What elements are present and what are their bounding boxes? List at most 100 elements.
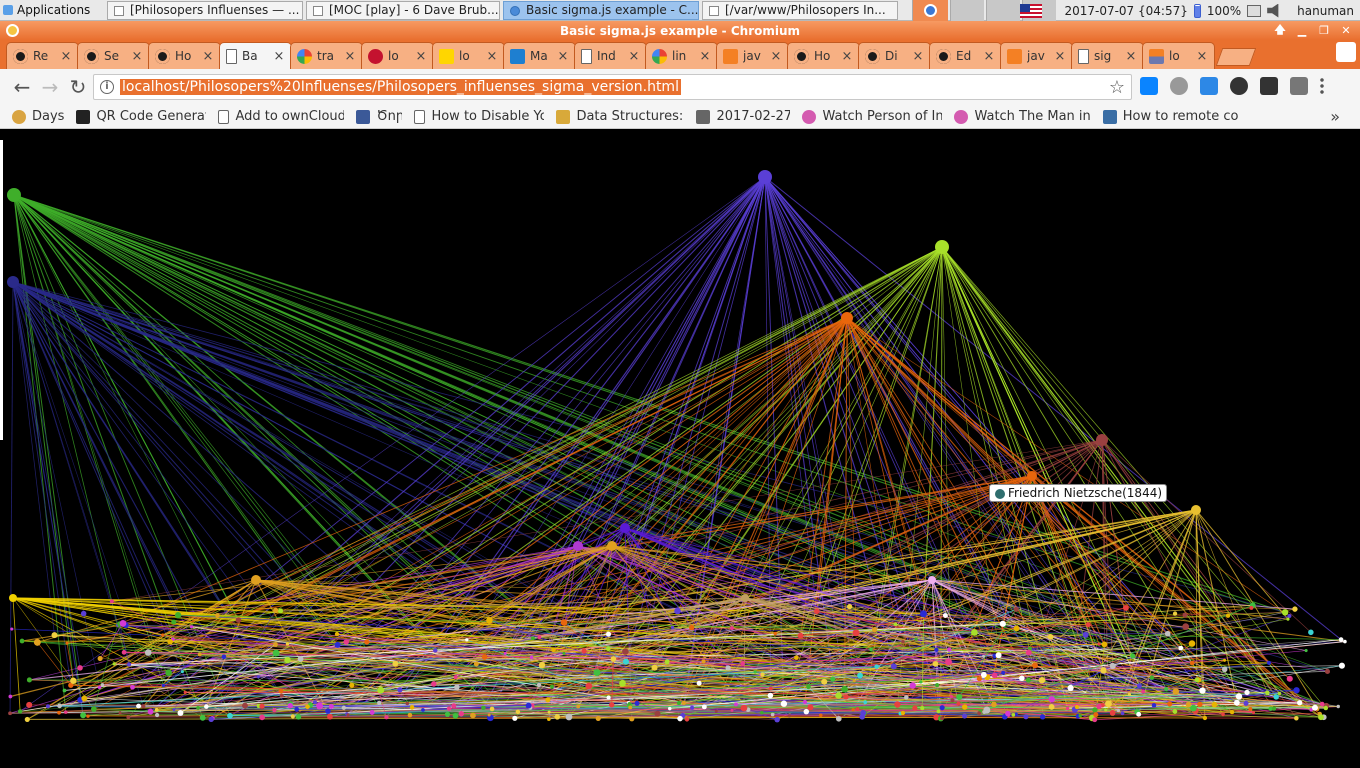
bookmark-item[interactable]: How to Disable Yo bbox=[414, 109, 544, 124]
graph-node[interactable] bbox=[830, 676, 836, 682]
graph-node[interactable] bbox=[619, 679, 626, 687]
graph-node[interactable] bbox=[863, 700, 868, 705]
graph-node[interactable] bbox=[242, 702, 248, 709]
graph-node[interactable] bbox=[446, 706, 452, 711]
applications-menu[interactable]: Applications bbox=[0, 0, 104, 21]
graph-node[interactable] bbox=[421, 708, 425, 712]
graph-node[interactable] bbox=[536, 682, 542, 688]
graph-node[interactable] bbox=[701, 704, 707, 710]
graph-node[interactable] bbox=[1105, 700, 1112, 708]
graph-node[interactable] bbox=[605, 631, 612, 637]
new-tab-button[interactable] bbox=[1215, 48, 1257, 66]
browser-tab[interactable]: Ind × bbox=[574, 42, 647, 69]
bookmark-item[interactable]: Ծոր bbox=[356, 109, 402, 124]
graph-node[interactable] bbox=[846, 603, 853, 610]
graph-node[interactable] bbox=[409, 705, 415, 710]
graph-node[interactable] bbox=[1011, 713, 1016, 717]
user-name[interactable]: hanuman bbox=[1297, 4, 1354, 18]
graph-node[interactable] bbox=[121, 650, 127, 655]
graph-node[interactable] bbox=[1233, 699, 1240, 706]
close-tab-icon[interactable]: × bbox=[344, 49, 356, 64]
graph-node[interactable] bbox=[894, 701, 901, 708]
graph-node[interactable] bbox=[1221, 712, 1225, 717]
graph-node[interactable] bbox=[1027, 471, 1037, 481]
graph-node[interactable] bbox=[136, 703, 142, 709]
graph-node[interactable] bbox=[1130, 653, 1136, 659]
graph-node[interactable] bbox=[1019, 675, 1025, 682]
graph-node[interactable] bbox=[325, 708, 331, 714]
graph-node[interactable] bbox=[1085, 622, 1091, 628]
close-tab-icon[interactable]: × bbox=[699, 49, 711, 64]
graph-node[interactable] bbox=[855, 707, 860, 711]
graph-node[interactable] bbox=[628, 705, 633, 710]
graph-node[interactable] bbox=[1287, 614, 1292, 619]
graph-node[interactable] bbox=[1097, 642, 1101, 646]
graph-node[interactable] bbox=[980, 671, 987, 678]
graph-node[interactable] bbox=[305, 704, 310, 710]
graph-node[interactable] bbox=[1048, 696, 1056, 703]
bookmark-item[interactable]: 2017-02-27 bbox=[696, 109, 790, 124]
close-tab-icon[interactable]: × bbox=[273, 49, 285, 64]
graph-node[interactable] bbox=[1109, 709, 1116, 716]
graph-node[interactable] bbox=[677, 715, 683, 722]
graph-node[interactable] bbox=[545, 697, 551, 703]
window-titlebar[interactable]: Basic sigma.js example - Chromium 🡅 ▁ ❐ … bbox=[0, 21, 1360, 40]
bookmark-item[interactable]: Data Structures: C bbox=[556, 109, 684, 124]
graph-node[interactable] bbox=[940, 716, 945, 721]
graph-node[interactable] bbox=[869, 647, 873, 652]
graph-node[interactable] bbox=[814, 608, 820, 615]
graph-node[interactable] bbox=[7, 276, 19, 288]
graph-node[interactable] bbox=[180, 670, 184, 674]
graph-node[interactable] bbox=[1047, 634, 1054, 640]
graph-node[interactable] bbox=[920, 706, 925, 711]
graph-node[interactable] bbox=[935, 682, 940, 688]
graph-node[interactable] bbox=[1265, 690, 1270, 695]
graph-node[interactable] bbox=[729, 626, 734, 631]
graph-node[interactable] bbox=[1023, 714, 1029, 720]
graph-node[interactable] bbox=[802, 699, 808, 705]
graph-node[interactable] bbox=[273, 642, 278, 647]
graph-node[interactable] bbox=[515, 709, 521, 715]
graph-node[interactable] bbox=[1197, 701, 1203, 708]
graph-node[interactable] bbox=[914, 637, 918, 641]
close-tab-icon[interactable]: × bbox=[486, 49, 498, 64]
graph-node[interactable] bbox=[1271, 706, 1277, 711]
graph-node[interactable] bbox=[8, 694, 13, 699]
graph-node[interactable] bbox=[620, 523, 630, 533]
browser-tab[interactable]: Re × bbox=[6, 42, 79, 69]
graph-node[interactable] bbox=[730, 708, 734, 712]
graph-node[interactable] bbox=[328, 703, 334, 709]
graph-node[interactable] bbox=[1167, 701, 1173, 707]
graph-node[interactable] bbox=[537, 635, 542, 640]
graph-node[interactable] bbox=[1182, 612, 1188, 618]
more-bookmarks-icon[interactable]: » bbox=[1330, 107, 1340, 126]
graph-node[interactable] bbox=[821, 678, 828, 685]
graph-node[interactable] bbox=[174, 612, 182, 619]
graph-node[interactable] bbox=[1277, 691, 1282, 696]
graph-node[interactable] bbox=[487, 713, 491, 717]
graph-node[interactable] bbox=[183, 690, 187, 694]
graph-node[interactable] bbox=[1248, 707, 1253, 712]
graph-node[interactable] bbox=[1074, 704, 1080, 710]
graph-node[interactable] bbox=[1191, 505, 1201, 515]
graph-node[interactable] bbox=[81, 695, 88, 702]
graph-node[interactable] bbox=[1013, 606, 1019, 612]
graph-node[interactable] bbox=[525, 702, 532, 709]
camera-icon[interactable] bbox=[1290, 77, 1308, 95]
graph-node[interactable] bbox=[112, 662, 116, 666]
graph-node[interactable] bbox=[62, 688, 67, 693]
graph-node[interactable] bbox=[622, 648, 629, 655]
close-tab-icon[interactable]: × bbox=[983, 49, 995, 64]
bookmark-item[interactable]: Add to ownCloud bbox=[218, 109, 344, 124]
graph-node[interactable] bbox=[991, 672, 998, 679]
graph-node[interactable] bbox=[701, 659, 706, 664]
bookmark-item[interactable]: QR Code Generato bbox=[76, 109, 206, 124]
close-tab-icon[interactable]: × bbox=[841, 49, 853, 64]
graph-node[interactable] bbox=[227, 712, 233, 719]
graph-node[interactable] bbox=[760, 672, 765, 677]
graph-node[interactable] bbox=[627, 702, 632, 706]
browser-tab[interactable]: Ma × bbox=[503, 42, 576, 69]
graph-node[interactable] bbox=[1065, 706, 1070, 711]
graph-node[interactable] bbox=[770, 712, 775, 717]
graph-node[interactable] bbox=[1093, 712, 1099, 718]
